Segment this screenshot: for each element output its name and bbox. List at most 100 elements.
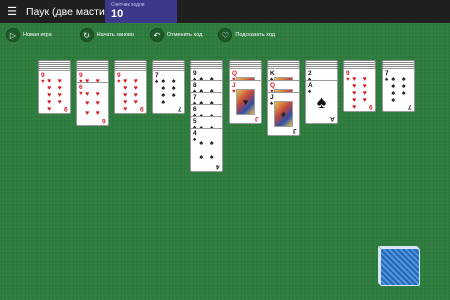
pip: ♠	[391, 90, 396, 97]
pip: ♥	[123, 85, 128, 92]
card-rank-bottom: J	[255, 115, 259, 122]
play-icon: ▷	[6, 28, 20, 42]
pip: ♥	[362, 97, 367, 104]
playing-card[interactable]: J ♥ J ♥	[229, 80, 262, 124]
pip: ♥	[352, 76, 357, 83]
playing-card[interactable]: 7♠7♠♠♠♠♠♠♠	[152, 70, 185, 114]
card-pips: ♥♥♥♥♥♥♥♥♥	[120, 78, 141, 113]
new-game-button[interactable]: ▷ Новая игра	[6, 28, 52, 42]
card-rank-bottom: 7	[178, 105, 182, 112]
card-pips: ♠♠♠♠♠♠♠	[158, 78, 179, 106]
ace-pip: ♠	[316, 92, 327, 112]
pip: ♥	[85, 109, 90, 117]
game-title: Паук (две масти)	[26, 5, 109, 18]
undo-icon: ↶	[149, 28, 164, 42]
pip: ♠	[161, 99, 166, 106]
pip: ♥	[47, 85, 52, 92]
pip: ♥	[123, 78, 128, 85]
pip: ♥	[47, 92, 52, 99]
pip: ♠	[171, 92, 176, 99]
pip: ♥	[133, 99, 138, 106]
playing-card[interactable]: 9♥9♥♥♥♥♥♥♥♥♥	[343, 68, 376, 112]
pip: ♥	[362, 83, 367, 90]
card-rank-bottom: 4	[216, 163, 220, 170]
card-rank-bottom: J	[293, 127, 297, 134]
face-card-art: ♥	[236, 89, 255, 115]
pip: ♠	[391, 97, 396, 104]
pip: ♥	[123, 99, 128, 106]
playing-card[interactable]: 9♥9♥♥♥♥♥♥♥♥♥	[114, 70, 147, 114]
playing-card[interactable]: 9♥9♥♥♥♥♥♥♥♥♥	[38, 70, 71, 114]
pip: ♠	[209, 153, 214, 161]
pip: ♥	[47, 78, 52, 85]
playing-card[interactable]: 4 ♠ 4 ♠ ♠ ♠ ♠	[190, 128, 223, 172]
card-rank-bottom: 9	[369, 103, 373, 110]
pip: ♥	[352, 90, 357, 97]
pip: ♥	[57, 92, 62, 99]
pip: ♥	[133, 92, 138, 99]
hint-label: Подсказать ход	[235, 32, 275, 38]
toolbar: ▷ Новая игра ↻ Начать заново ↶ Отменить …	[6, 27, 285, 43]
card-rank-bottom: 6	[102, 117, 106, 124]
stock-card	[380, 248, 420, 286]
pip: ♥	[85, 91, 90, 99]
pip: ♥	[85, 100, 90, 108]
card-pips: ♥ ♥ ♥ ♥ ♥ ♥	[82, 90, 103, 118]
pip: ♥	[57, 85, 62, 92]
pip: ♠	[391, 76, 396, 83]
restart-label: Начать заново	[96, 32, 134, 38]
hamburger-menu-icon[interactable]: ☰	[0, 0, 24, 23]
pip: ♠	[391, 83, 396, 90]
pip: ♠	[199, 139, 204, 147]
card-pips: ♠ ♠ ♠ ♠	[196, 136, 217, 164]
playing-card[interactable]: J ♠ J ♠	[267, 92, 300, 136]
pip: ♠	[401, 83, 406, 90]
pip: ♥	[123, 106, 128, 113]
face-card-art: ♠	[274, 101, 293, 127]
pip: ♠	[401, 90, 406, 97]
restart-button[interactable]: ↻ Начать заново	[79, 28, 134, 42]
pip: ♥	[362, 90, 367, 97]
card-pips: ♥♥♥♥♥♥♥♥♥	[349, 76, 370, 111]
restart-icon: ↻	[79, 28, 94, 42]
pip: ♠	[171, 78, 176, 85]
playing-card[interactable]: 7♠7♠♠♠♠♠♠♠	[382, 68, 415, 112]
new-game-label: Новая игра	[23, 32, 52, 38]
pip: ♥	[47, 99, 52, 106]
pip: ♥	[352, 83, 357, 90]
pip: ♥	[57, 99, 62, 106]
move-counter: Счетчик ходов 10	[105, 0, 177, 23]
pip: ♠	[199, 153, 204, 161]
card-rank-bottom: 9	[140, 105, 144, 112]
move-counter-value: 10	[111, 8, 124, 20]
pip: ♥	[352, 104, 357, 111]
pip: ♥	[133, 85, 138, 92]
top-bar: ☰ Паук (две масти) Счетчик ходов 10	[0, 0, 450, 23]
undo-label: Отменить ход	[166, 32, 203, 38]
playing-card[interactable]: 6 ♥ 6 ♥ ♥ ♥ ♥ ♥ ♥	[76, 82, 109, 126]
pip: ♥	[362, 76, 367, 83]
hint-button[interactable]: ♡ Подсказать ход	[218, 28, 275, 42]
pip: ♥	[47, 106, 52, 113]
pip: ♠	[161, 78, 166, 85]
card-rank-bottom: A	[330, 115, 335, 122]
pip: ♥	[95, 91, 100, 99]
pip: ♥	[133, 78, 138, 85]
pip: ♥	[123, 92, 128, 99]
card-pips: ♥♥♥♥♥♥♥♥♥	[44, 78, 65, 113]
card-rank-bottom: 7	[408, 103, 412, 110]
pip: ♥	[352, 97, 357, 104]
pip: ♠	[171, 85, 176, 92]
lightbulb-icon: ♡	[218, 28, 233, 42]
pip: ♠	[161, 85, 166, 92]
pip: ♠	[401, 76, 406, 83]
playing-card[interactable]: A ♠ A ♠	[305, 80, 338, 124]
pip: ♥	[57, 78, 62, 85]
pip: ♥	[95, 109, 100, 117]
card-rank-bottom: 9	[64, 105, 68, 112]
card-pips: ♠♠♠♠♠♠♠	[388, 76, 409, 104]
pip: ♥	[95, 100, 100, 108]
pip: ♠	[209, 139, 214, 147]
undo-button[interactable]: ↶ Отменить ход	[149, 28, 203, 42]
stock-pile[interactable]	[378, 246, 424, 286]
